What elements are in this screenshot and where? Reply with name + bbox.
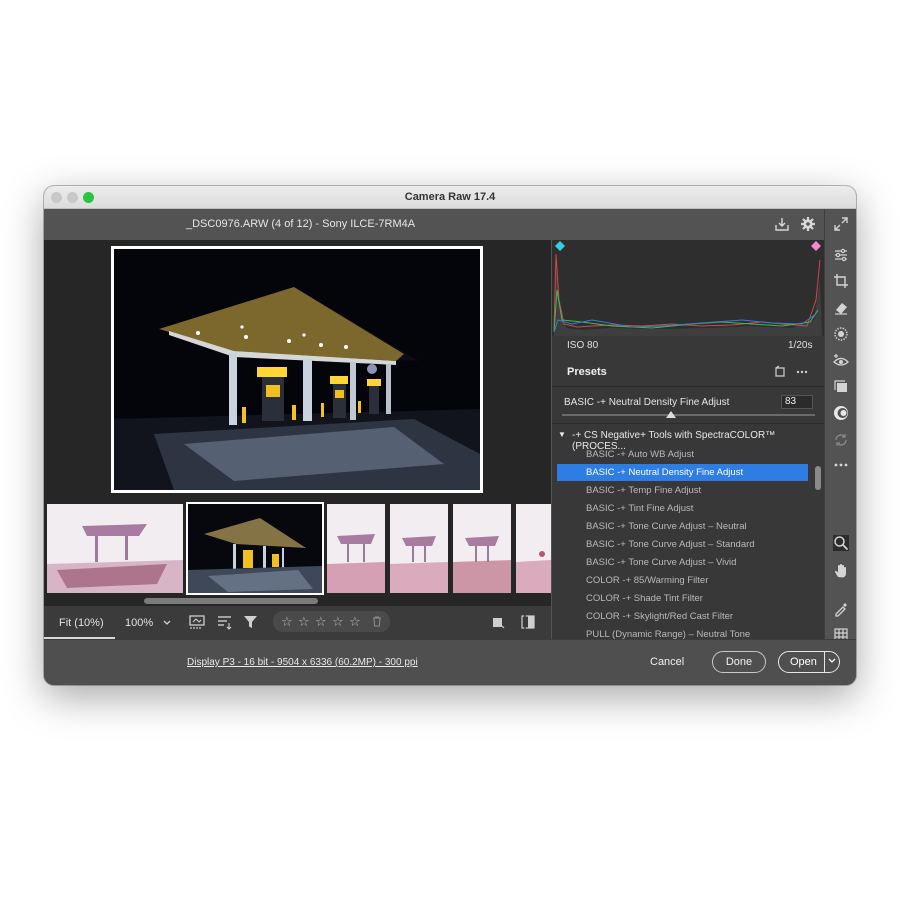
- open-button-divider: [824, 652, 825, 672]
- camera-raw-window: Camera Raw 17.4 _DSC0976.ARW (4 of 12) -…: [44, 186, 856, 685]
- presets-panel: Presets BASIC -+ Neutral Density Fine Ad…: [552, 356, 824, 639]
- gear-icon[interactable]: [800, 216, 816, 232]
- new-preset-icon[interactable]: [773, 365, 787, 379]
- filmstrip-scrollbar[interactable]: [144, 598, 318, 604]
- histogram: [552, 240, 824, 336]
- preset-options-icon[interactable]: [795, 365, 809, 379]
- color-sampler-icon[interactable]: [833, 601, 849, 617]
- preset-item[interactable]: BASIC -+ Tone Curve Adjust – Standard: [557, 536, 808, 553]
- crop-icon[interactable]: [833, 273, 849, 289]
- filter-icon[interactable]: [243, 614, 259, 630]
- rating-star-icon[interactable]: ☆: [332, 614, 344, 630]
- preset-item[interactable]: BASIC -+ Auto WB Adjust: [557, 446, 808, 463]
- workflow-options-link[interactable]: Display P3 - 16 bit - 9504 x 6336 (60.2M…: [187, 657, 418, 668]
- zoom-dropdown-chevron-icon[interactable]: [162, 614, 172, 630]
- preset-list: ▼ -+ CS Negative+ Tools with SpectraCOLO…: [552, 426, 814, 639]
- main-photo[interactable]: [114, 249, 480, 490]
- hand-tool-icon[interactable]: [833, 562, 849, 578]
- presets-header: Presets: [552, 356, 824, 387]
- edit-sliders-icon[interactable]: [833, 247, 849, 263]
- view-toolbar: Fit (10%) 100% ☆ ☆ ☆ ☆ ☆: [44, 606, 551, 639]
- preset-amount-input[interactable]: 83: [781, 395, 813, 409]
- preset-item[interactable]: BASIC -+ Tint Fine Adjust: [557, 500, 808, 517]
- filmstrip-thumbnail-selected[interactable]: [186, 502, 324, 595]
- fit-zoom-tab[interactable]: Fit (10%): [44, 606, 115, 639]
- open-button-label: Open: [790, 656, 817, 668]
- preset-amount-slider[interactable]: [562, 414, 815, 416]
- preset-item[interactable]: BASIC -+ Tone Curve Adjust – Vivid: [557, 554, 808, 571]
- exif-info: ISO 80 1/20s: [552, 336, 824, 356]
- rating-star-icon[interactable]: ☆: [281, 614, 293, 630]
- cancel-button[interactable]: Cancel: [650, 656, 684, 668]
- save-image-icon[interactable]: [774, 216, 790, 232]
- file-header: _DSC0976.ARW (4 of 12) - Sony ILCE-7RM4A: [44, 209, 824, 240]
- iso-value: ISO 80: [567, 340, 599, 351]
- dialog-footer: Display P3 - 16 bit - 9504 x 6336 (60.2M…: [44, 639, 856, 685]
- presets-title: Presets: [567, 366, 607, 378]
- filmstrip-thumbnail[interactable]: [453, 504, 511, 593]
- preset-group-header[interactable]: ▼ -+ CS Negative+ Tools with SpectraCOLO…: [552, 428, 814, 452]
- shadow-clipping-icon[interactable]: [555, 241, 565, 251]
- filmstrip: [44, 502, 551, 606]
- shutter-speed: 1/20s: [788, 340, 813, 351]
- star-rating: ☆ ☆ ☆ ☆ ☆: [273, 611, 390, 632]
- preset-amount: BASIC -+ Neutral Density Fine Adjust 83: [552, 388, 824, 424]
- rating-star-icon[interactable]: ☆: [349, 614, 361, 630]
- rating-star-icon[interactable]: ☆: [315, 614, 327, 630]
- filmstrip-thumbnail[interactable]: [327, 504, 385, 593]
- preset-amount-label: BASIC -+ Neutral Density Fine Adjust: [564, 397, 730, 408]
- preset-item[interactable]: BASIC -+ Temp Fine Adjust: [557, 482, 808, 499]
- filmstrip-thumbnail[interactable]: [390, 504, 448, 593]
- fit-zoom-label: Fit (10%): [59, 617, 104, 629]
- eraser-icon[interactable]: [833, 300, 849, 316]
- window-title: Camera Raw 17.4: [404, 191, 496, 203]
- preset-item[interactable]: COLOR -+ Shade Tint Filter: [557, 590, 808, 607]
- image-viewer[interactable]: [44, 240, 551, 502]
- preset-item-selected[interactable]: BASIC -+ Neutral Density Fine Adjust: [557, 464, 808, 481]
- photo-frame: [111, 246, 483, 493]
- zoom-level-button[interactable]: 100%: [125, 617, 153, 629]
- expand-triangle-icon: ▼: [558, 430, 566, 439]
- preset-item[interactable]: BASIC -+ Tone Curve Adjust – Neutral: [557, 518, 808, 535]
- zoom-tool-icon[interactable]: [833, 535, 849, 551]
- filmstrip-options-icon[interactable]: [189, 614, 205, 630]
- rating-star-icon[interactable]: ☆: [298, 614, 310, 630]
- file-info: _DSC0976.ARW (4 of 12) - Sony ILCE-7RM4A: [186, 218, 416, 230]
- tool-strip: [824, 209, 856, 642]
- preset-amount-slider-thumb[interactable]: [665, 411, 676, 418]
- title-bar: Camera Raw 17.4: [44, 186, 856, 209]
- preset-item[interactable]: PULL (Dynamic Range) – Neutral Tone: [557, 626, 808, 639]
- more-options-icon[interactable]: [833, 457, 849, 473]
- trash-icon[interactable]: [372, 616, 382, 627]
- before-after-icon[interactable]: [520, 614, 536, 630]
- masking-icon[interactable]: [833, 326, 849, 342]
- histogram-graph: [553, 250, 822, 336]
- done-button[interactable]: Done: [712, 651, 766, 673]
- presets-icon[interactable]: [833, 405, 849, 421]
- highlight-clipping-icon[interactable]: [811, 241, 821, 251]
- preset-item[interactable]: COLOR -+ Skylight/Red Cast Filter: [557, 608, 808, 625]
- filmstrip-thumbnail[interactable]: [47, 504, 183, 593]
- preset-item[interactable]: COLOR -+ 85/Warming Filter: [557, 572, 808, 589]
- view-mode-icon[interactable]: [490, 614, 506, 630]
- open-options-chevron-icon[interactable]: [827, 655, 837, 667]
- snapshots-icon[interactable]: [833, 379, 849, 395]
- red-eye-icon[interactable]: [833, 353, 849, 369]
- sync-icon[interactable]: [833, 432, 849, 448]
- open-button[interactable]: Open: [778, 651, 840, 673]
- filmstrip-thumbnail[interactable]: [516, 504, 551, 593]
- fullscreen-icon[interactable]: [833, 216, 849, 232]
- preset-list-scrollbar[interactable]: [815, 466, 821, 490]
- sort-icon[interactable]: [217, 614, 233, 630]
